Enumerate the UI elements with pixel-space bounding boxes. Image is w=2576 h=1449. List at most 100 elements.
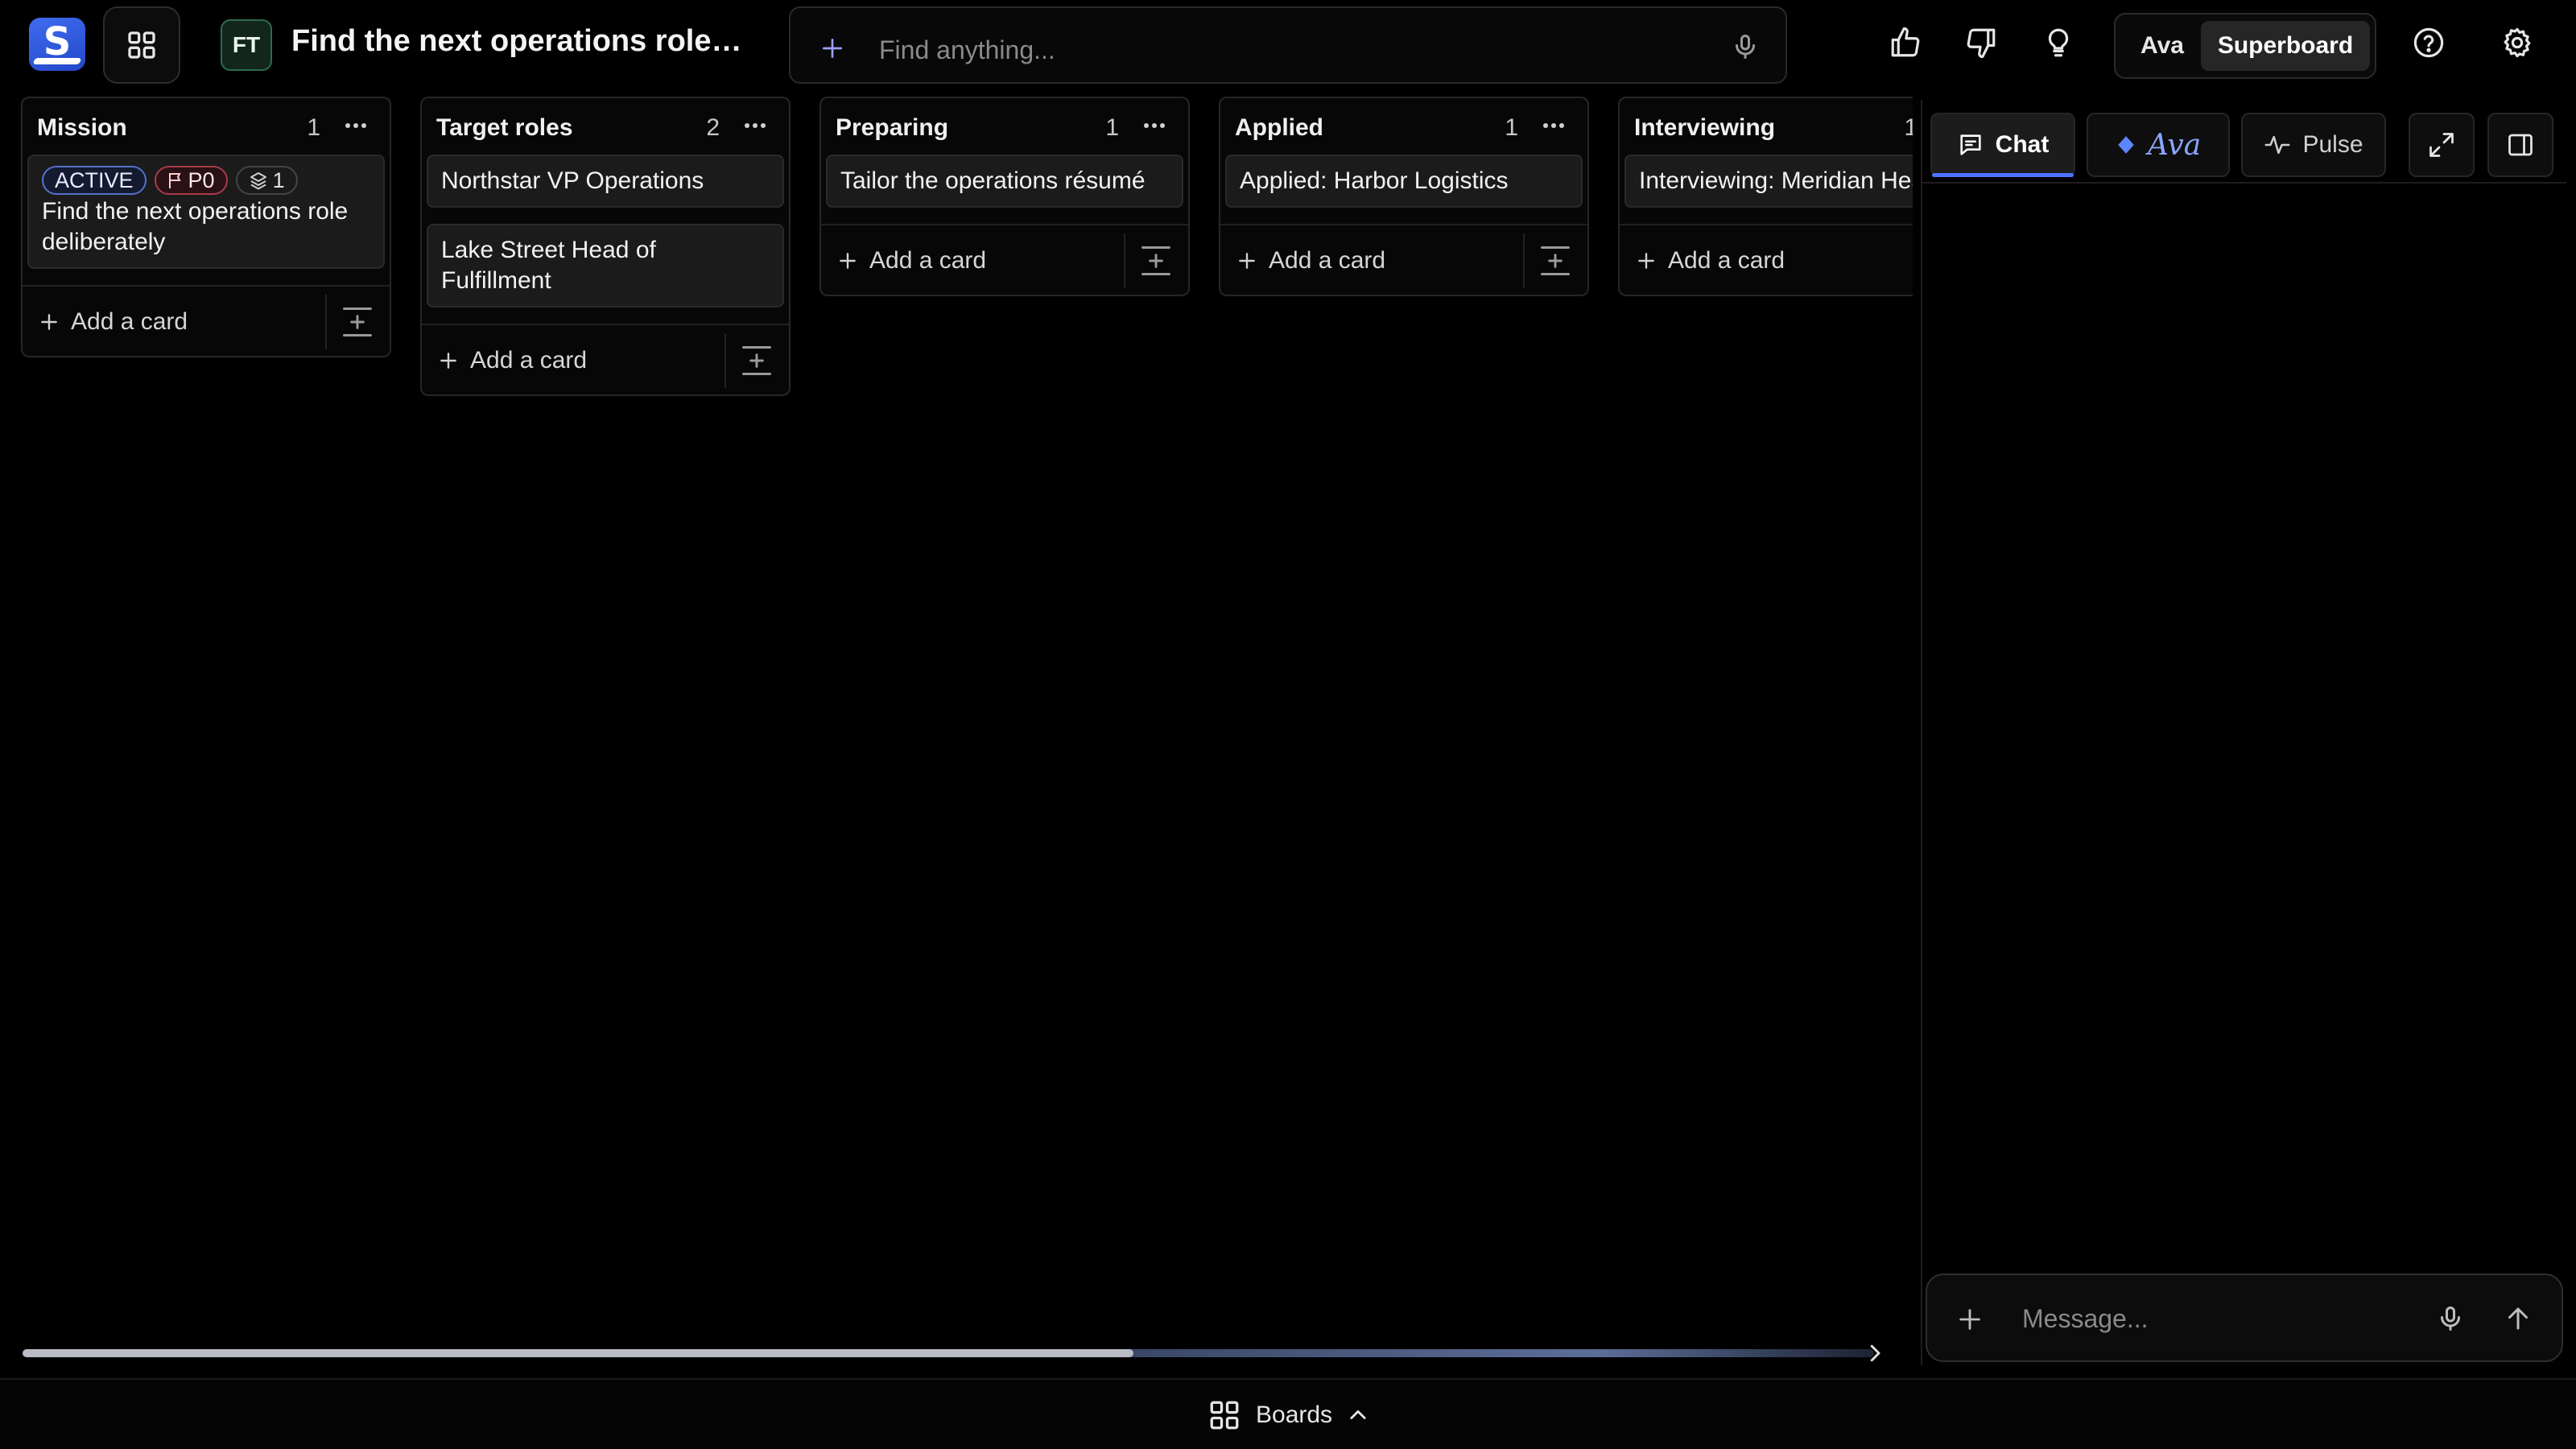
message-input[interactable]: Message... (2022, 1304, 2149, 1334)
add-template-icon[interactable] (739, 343, 774, 378)
column-title[interactable]: Preparing (836, 114, 948, 142)
priority-badge: P0 (154, 166, 228, 195)
add-card-label: Add a card (869, 247, 987, 274)
chevron-right-icon[interactable] (1863, 1341, 1887, 1365)
thumbs-down-icon (1967, 28, 1996, 59)
column-title[interactable]: Applied (1235, 114, 1323, 142)
tab-ava-label: Ava (2147, 128, 2202, 162)
settings-button[interactable] (2499, 24, 2536, 61)
bottom-dock: Boards (0, 1378, 2576, 1449)
mode-switcher: Ava Superboard (2114, 13, 2376, 79)
lightbulb-icon (2048, 28, 2069, 57)
more-horizontal-icon[interactable] (742, 118, 768, 134)
card[interactable]: Northstar VP Operations (427, 155, 784, 208)
column-count: 1 (1505, 114, 1518, 141)
column-header: Target roles 2 (422, 98, 789, 155)
panel-tabs: Chat Ava Pulse (1922, 100, 2566, 184)
card-title: Applied: Harbor Logistics (1240, 167, 1509, 194)
search-input[interactable]: Find anything... (879, 35, 1055, 65)
board-title[interactable]: Find the next operations role d... (291, 24, 750, 59)
layers-icon (250, 172, 266, 190)
add-template-icon[interactable] (1538, 243, 1573, 279)
board-avatar[interactable]: FT (221, 19, 272, 71)
column-title[interactable]: Interviewing (1634, 114, 1775, 142)
column-footer: Add a card (422, 324, 789, 394)
column-title[interactable]: Target roles (436, 114, 573, 142)
thumbs-up-icon (1891, 27, 1920, 57)
add-card-label: Add a card (71, 308, 188, 335)
add-template-icon[interactable] (1138, 243, 1174, 279)
card-title: Interviewing: Meridian Health (1639, 167, 1913, 194)
add-card-button[interactable]: Add a card (1636, 245, 1785, 277)
grid-icon (1210, 1401, 1239, 1430)
column-count: 1 (1904, 114, 1913, 141)
column-title[interactable]: Mission (37, 114, 127, 142)
add-card-button[interactable]: Add a card (837, 245, 986, 277)
divider (724, 333, 726, 388)
subtask-count: 1 (272, 168, 285, 192)
global-search[interactable]: Find anything... (789, 6, 1787, 84)
thumbs-up-button[interactable] (1887, 24, 1924, 61)
mode-ava-button[interactable]: Ava (2120, 21, 2204, 71)
kanban-board: Mission 1 ACTIVE P0 1 Find the next oper… (0, 90, 1913, 1346)
plus-icon (41, 314, 57, 330)
card-title: Find the next operations role deliberate… (42, 198, 349, 255)
plus-icon (440, 353, 456, 369)
microphone-icon[interactable] (2436, 1304, 2465, 1333)
subtask-badge: 1 (235, 166, 298, 195)
card-title: Lake Street Head of Fulfillment (441, 237, 656, 294)
mode-superboard-button[interactable]: Superboard (2201, 21, 2370, 71)
superboard-logo[interactable]: S (29, 18, 85, 71)
card[interactable]: Tailor the operations résumé (826, 155, 1183, 208)
logo-swoosh-icon (32, 58, 82, 64)
column-interviewing: Interviewing 1 Interviewing: Meridian He… (1618, 97, 1913, 296)
column-count: 2 (706, 114, 720, 141)
more-horizontal-icon[interactable] (1541, 118, 1567, 134)
column-header: Preparing 1 (821, 98, 1188, 155)
card-title: Tailor the operations résumé (840, 167, 1146, 194)
card[interactable]: Interviewing: Meridian Health (1624, 155, 1913, 208)
send-arrow-icon[interactable] (2504, 1304, 2533, 1333)
thumbs-down-button[interactable] (1963, 24, 2000, 61)
idea-button[interactable] (2040, 24, 2077, 61)
column-count: 1 (1105, 114, 1119, 141)
gear-icon (2504, 27, 2531, 58)
grid-icon (128, 31, 155, 59)
tab-ava[interactable]: Ava (2087, 113, 2230, 177)
toggle-sidebar-button[interactable] (2487, 113, 2553, 177)
tab-chat-label: Chat (1995, 131, 2050, 158)
plus-icon[interactable] (1956, 1306, 1984, 1333)
add-card-label: Add a card (470, 347, 588, 374)
tab-chat[interactable]: Chat (1930, 113, 2075, 177)
card[interactable]: ACTIVE P0 1 Find the next operations rol… (27, 155, 385, 269)
chat-icon (1960, 134, 1981, 155)
help-button[interactable] (2410, 24, 2447, 61)
card-badges: ACTIVE P0 1 (42, 166, 370, 195)
column-count: 1 (307, 114, 320, 141)
card[interactable]: Applied: Harbor Logistics (1225, 155, 1583, 208)
divider (325, 295, 327, 349)
tab-pulse[interactable]: Pulse (2241, 113, 2386, 177)
add-card-button[interactable]: Add a card (1236, 245, 1385, 277)
horizontal-scroll-thumb[interactable] (23, 1349, 1133, 1357)
apps-grid-button[interactable] (103, 6, 180, 84)
diamond-icon (2118, 136, 2134, 154)
tab-pulse-label: Pulse (2302, 131, 2363, 158)
boards-label: Boards (1256, 1402, 1333, 1428)
more-horizontal-icon[interactable] (343, 118, 369, 134)
more-horizontal-icon[interactable] (1141, 118, 1167, 134)
boards-button[interactable]: Boards (1208, 1396, 1369, 1435)
expand-panel-button[interactable] (2409, 113, 2475, 177)
expand-icon (2429, 133, 2454, 157)
plus-icon[interactable] (819, 35, 845, 61)
microphone-icon[interactable] (1731, 32, 1760, 61)
column-preparing: Preparing 1 Tailor the operations résumé… (819, 97, 1190, 296)
add-card-button[interactable]: Add a card (39, 306, 188, 338)
message-composer: Message... (1926, 1274, 2563, 1362)
add-card-button[interactable]: Add a card (438, 345, 587, 377)
flag-icon (168, 173, 181, 188)
card[interactable]: Lake Street Head of Fulfillment (427, 224, 784, 308)
divider (1124, 233, 1125, 288)
column-footer: Add a card (1620, 224, 1913, 295)
add-template-icon[interactable] (340, 304, 375, 340)
